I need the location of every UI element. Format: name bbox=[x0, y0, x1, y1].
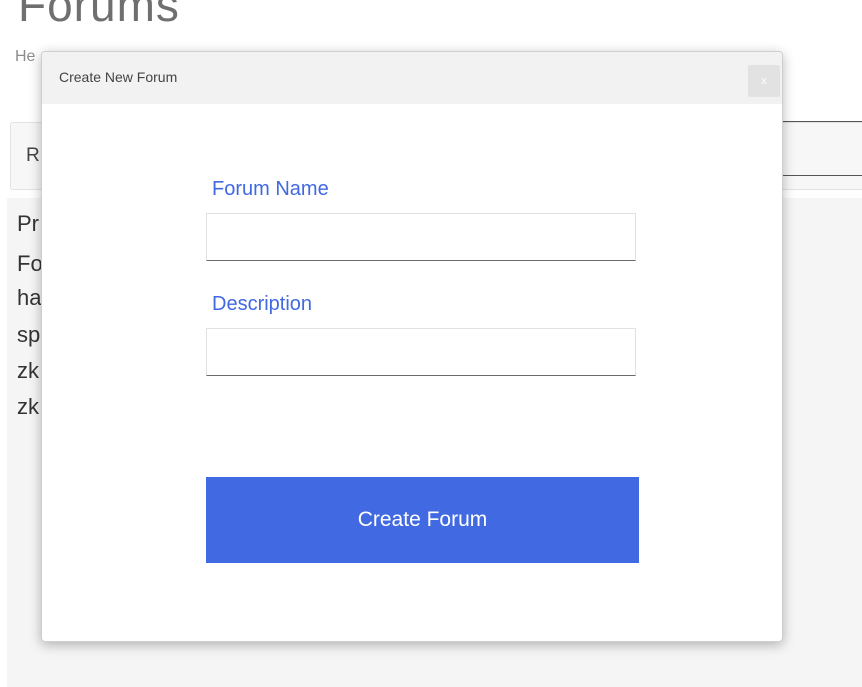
create-forum-button[interactable]: Create Forum bbox=[206, 477, 639, 563]
list-item[interactable]: Pr bbox=[17, 211, 39, 237]
toolbar-divider-bottom bbox=[783, 175, 862, 176]
close-icon: x bbox=[761, 75, 767, 87]
page-subtitle: He bbox=[15, 48, 36, 65]
toolbar-text: R bbox=[26, 145, 40, 166]
create-forum-dialog: Create New Forum x Forum Name Descriptio… bbox=[41, 51, 783, 642]
close-button[interactable]: x bbox=[748, 65, 780, 97]
dialog-header: Create New Forum x bbox=[42, 52, 782, 104]
list-item[interactable]: zk bbox=[17, 394, 39, 420]
list-item[interactable]: ha bbox=[17, 285, 41, 311]
page-title: Forums bbox=[18, 0, 180, 31]
page: Forums He R Pr Fo ha sp zk zk Create New… bbox=[0, 0, 862, 687]
forum-name-input[interactable] bbox=[206, 213, 636, 261]
list-item[interactable]: Fo bbox=[17, 251, 43, 277]
dialog-title: Create New Forum bbox=[59, 69, 178, 85]
forum-name-label: Forum Name bbox=[212, 178, 329, 200]
list-item[interactable]: sp bbox=[17, 322, 40, 348]
list-item[interactable]: zk bbox=[17, 358, 39, 384]
toolbar-divider-top bbox=[783, 121, 862, 122]
description-input[interactable] bbox=[206, 328, 636, 376]
description-label: Description bbox=[212, 293, 313, 315]
